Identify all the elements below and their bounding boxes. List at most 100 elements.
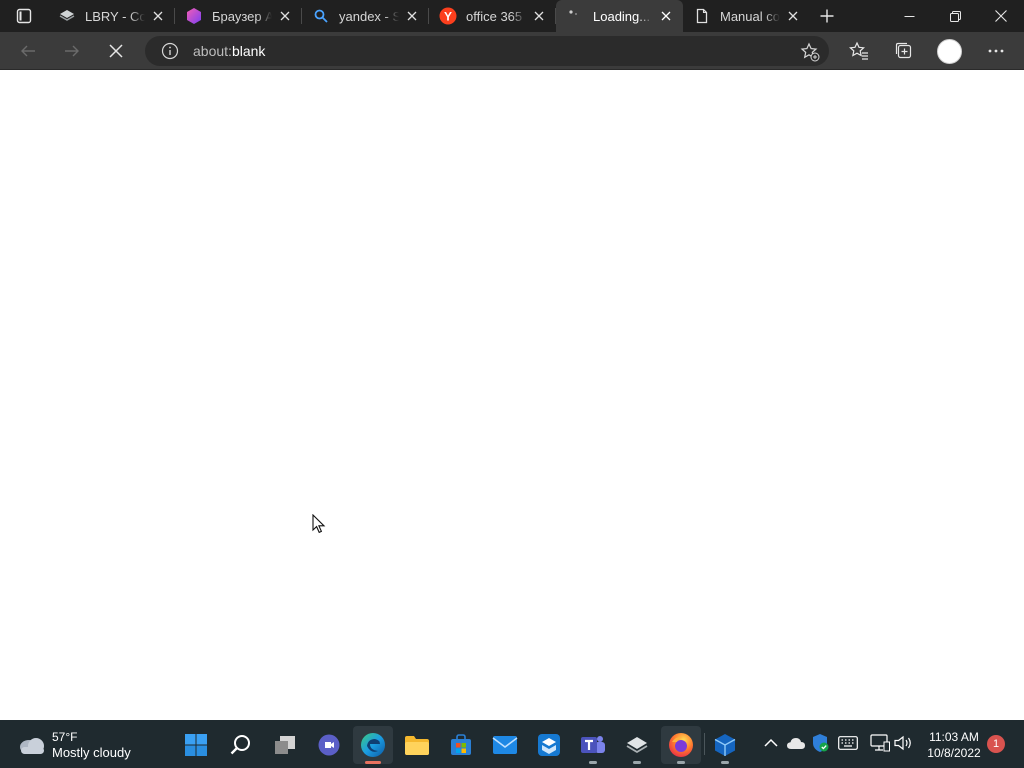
weather-widget[interactable]: 57°F Mostly cloudy bbox=[18, 728, 168, 762]
show-hidden-icons-button[interactable] bbox=[760, 732, 782, 754]
close-tab-icon[interactable] bbox=[657, 7, 675, 25]
info-icon[interactable] bbox=[161, 42, 179, 60]
document-icon bbox=[693, 7, 711, 25]
tab-yandex-search[interactable]: yandex - Se bbox=[302, 0, 429, 32]
network-tray[interactable] bbox=[869, 732, 891, 754]
file-explorer-icon bbox=[405, 736, 429, 755]
plus-icon bbox=[820, 9, 834, 23]
chat-icon bbox=[318, 734, 340, 756]
edge-icon bbox=[361, 733, 385, 757]
stop-icon bbox=[109, 44, 123, 58]
restore-button[interactable] bbox=[932, 0, 978, 32]
close-tab-icon[interactable] bbox=[403, 7, 421, 25]
clock-date: 10/8/2022 bbox=[927, 746, 981, 760]
search-icon bbox=[312, 7, 330, 25]
active-indicator bbox=[365, 761, 381, 764]
settings-more-button[interactable] bbox=[980, 35, 1012, 67]
url-text[interactable]: about:blank bbox=[193, 43, 265, 59]
box-app-icon bbox=[538, 734, 560, 756]
running-indicator bbox=[633, 761, 641, 764]
shield-icon bbox=[813, 734, 829, 752]
close-tab-icon[interactable] bbox=[149, 7, 167, 25]
browser-window: LBRY - Cont Браузер At yandex - Se Y of bbox=[0, 0, 1024, 768]
search-icon bbox=[230, 735, 250, 755]
tab-actions-button[interactable] bbox=[0, 0, 48, 32]
tab-browser-atom[interactable]: Браузер At bbox=[175, 0, 302, 32]
taskbar-mail[interactable] bbox=[485, 726, 525, 764]
keyboard-tray[interactable] bbox=[837, 732, 859, 754]
volume-icon bbox=[894, 735, 911, 751]
chat-button[interactable] bbox=[309, 726, 349, 764]
weather-condition: Mostly cloudy bbox=[52, 745, 131, 760]
browser-atom-icon bbox=[185, 7, 203, 25]
task-view-button[interactable] bbox=[265, 726, 305, 764]
taskbar-store[interactable] bbox=[441, 726, 481, 764]
tab-title: Manual cor bbox=[720, 8, 780, 24]
profile-avatar[interactable] bbox=[937, 39, 962, 64]
tab-title: yandex - Se bbox=[339, 8, 399, 24]
minimize-icon bbox=[904, 15, 914, 17]
taskbar-box-app[interactable] bbox=[529, 726, 569, 764]
lbry-icon bbox=[58, 7, 76, 25]
start-button[interactable] bbox=[176, 726, 216, 764]
mouse-cursor-icon bbox=[312, 514, 326, 534]
taskbar-edge[interactable] bbox=[353, 726, 393, 764]
new-tab-button[interactable] bbox=[810, 0, 844, 32]
weather-temperature: 57°F bbox=[52, 730, 78, 744]
collections-button[interactable] bbox=[888, 35, 920, 67]
star-add-icon bbox=[800, 42, 820, 62]
tab-strip: LBRY - Cont Браузер At yandex - Se Y of bbox=[0, 0, 1024, 32]
mail-icon bbox=[492, 736, 518, 754]
close-tab-icon[interactable] bbox=[530, 7, 548, 25]
minimize-button[interactable] bbox=[886, 0, 932, 32]
tab-title: office 365 - bbox=[466, 8, 526, 24]
taskbar-teams[interactable] bbox=[573, 726, 613, 764]
taskbar-firefox[interactable] bbox=[661, 726, 701, 764]
close-tab-icon[interactable] bbox=[784, 7, 802, 25]
loading-spinner-icon bbox=[566, 7, 584, 25]
back-button[interactable] bbox=[12, 35, 44, 67]
navigation-toolbar: about:blank bbox=[0, 32, 1024, 70]
chevron-up-icon bbox=[764, 738, 778, 747]
tab-manual[interactable]: Manual cor bbox=[683, 0, 810, 32]
taskbar-lbry[interactable] bbox=[617, 726, 657, 764]
onedrive-cloud-icon bbox=[787, 738, 805, 749]
back-arrow-icon bbox=[21, 45, 35, 57]
keyboard-icon bbox=[838, 736, 858, 750]
forward-button[interactable] bbox=[56, 35, 88, 67]
restore-icon bbox=[949, 10, 961, 22]
page-content[interactable] bbox=[0, 71, 1024, 720]
tab-lbry[interactable]: LBRY - Cont bbox=[48, 0, 175, 32]
clock[interactable]: 11:03 AM 10/8/2022 bbox=[922, 729, 986, 761]
tab-title: Loading... bbox=[593, 8, 651, 24]
tab-title: Браузер At bbox=[212, 8, 272, 24]
stop-loading-button[interactable] bbox=[100, 35, 132, 67]
cube-app-icon bbox=[714, 734, 736, 756]
onedrive-tray[interactable] bbox=[785, 732, 807, 754]
close-window-button[interactable] bbox=[978, 0, 1024, 32]
start-icon bbox=[185, 734, 207, 756]
tab-office-365[interactable]: Y office 365 - bbox=[429, 0, 556, 32]
url-scheme: about: bbox=[193, 43, 232, 59]
add-favorite-button[interactable] bbox=[799, 41, 821, 63]
favorites-button[interactable] bbox=[843, 35, 875, 67]
running-indicator bbox=[589, 761, 597, 764]
teams-icon bbox=[581, 736, 605, 753]
taskbar-search-button[interactable] bbox=[221, 726, 261, 764]
cloud-icon bbox=[20, 738, 44, 754]
tab-title: LBRY - Cont bbox=[85, 8, 145, 24]
close-tab-icon[interactable] bbox=[276, 7, 294, 25]
taskbar-cube-app[interactable] bbox=[705, 726, 745, 764]
taskbar-file-explorer[interactable] bbox=[397, 726, 437, 764]
tab-loading[interactable]: Loading... bbox=[556, 0, 683, 32]
volume-tray[interactable] bbox=[893, 732, 915, 754]
address-bar[interactable]: about:blank bbox=[145, 36, 829, 66]
notification-badge[interactable]: 1 bbox=[987, 735, 1005, 753]
store-icon bbox=[451, 734, 471, 755]
tab-actions-icon bbox=[16, 8, 32, 24]
taskbar-divider bbox=[704, 733, 705, 755]
forward-arrow-icon bbox=[65, 45, 79, 57]
close-icon bbox=[995, 10, 1007, 22]
favorites-icon bbox=[849, 41, 868, 60]
defender-tray[interactable] bbox=[809, 732, 831, 754]
